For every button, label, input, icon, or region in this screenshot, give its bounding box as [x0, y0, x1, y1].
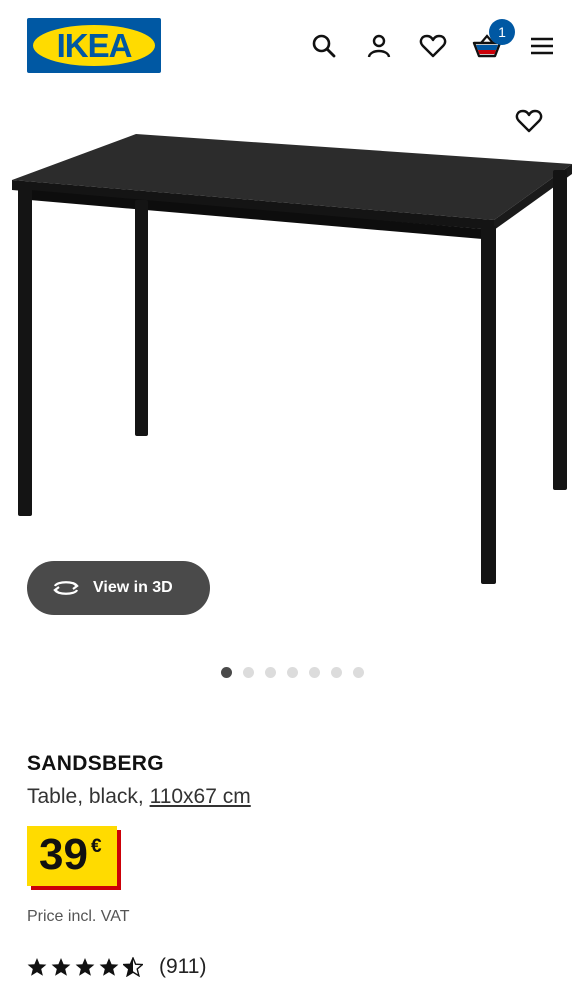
carousel-dot[interactable] — [309, 667, 320, 678]
product-image[interactable] — [0, 120, 584, 600]
price-tag: 39 € — [27, 826, 117, 886]
basket-count-badge: 1 — [489, 19, 515, 45]
product-name: SANDSBERG — [27, 752, 164, 775]
carousel-dot[interactable] — [243, 667, 254, 678]
vat-note: Price incl. VAT — [27, 908, 130, 925]
star-icon — [99, 958, 119, 976]
half-star-icon — [123, 957, 143, 977]
star-icon — [75, 958, 95, 976]
price-currency: € — [91, 836, 102, 857]
review-count: (911) — [159, 955, 207, 978]
search-icon[interactable] — [306, 28, 342, 64]
site-header: IKEA 1 — [0, 0, 584, 90]
rotate-3d-icon — [51, 578, 81, 598]
carousel-dot[interactable] — [331, 667, 342, 678]
carousel-dot[interactable] — [221, 667, 232, 678]
star-icon — [27, 958, 47, 976]
product-size-link[interactable]: 110x67 cm — [150, 785, 251, 808]
product-rating[interactable]: (911) — [27, 955, 206, 979]
menu-icon[interactable] — [524, 28, 560, 64]
star-icon — [51, 958, 71, 976]
carousel-dot[interactable] — [287, 667, 298, 678]
view-in-3d-button[interactable]: View in 3D — [27, 561, 210, 615]
ikea-logo[interactable]: IKEA — [27, 18, 161, 73]
image-carousel-dots — [221, 667, 375, 679]
carousel-dot[interactable] — [265, 667, 276, 678]
product-type-text: Table, black, — [27, 785, 150, 808]
heart-icon[interactable] — [415, 28, 451, 64]
view-in-3d-label: View in 3D — [93, 579, 173, 596]
carousel-dot[interactable] — [353, 667, 364, 678]
user-icon[interactable] — [361, 28, 397, 64]
product-description: Table, black, 110x67 cm — [27, 785, 251, 809]
price-amount: 39 — [39, 830, 88, 879]
logo-text: IKEA — [56, 26, 133, 64]
